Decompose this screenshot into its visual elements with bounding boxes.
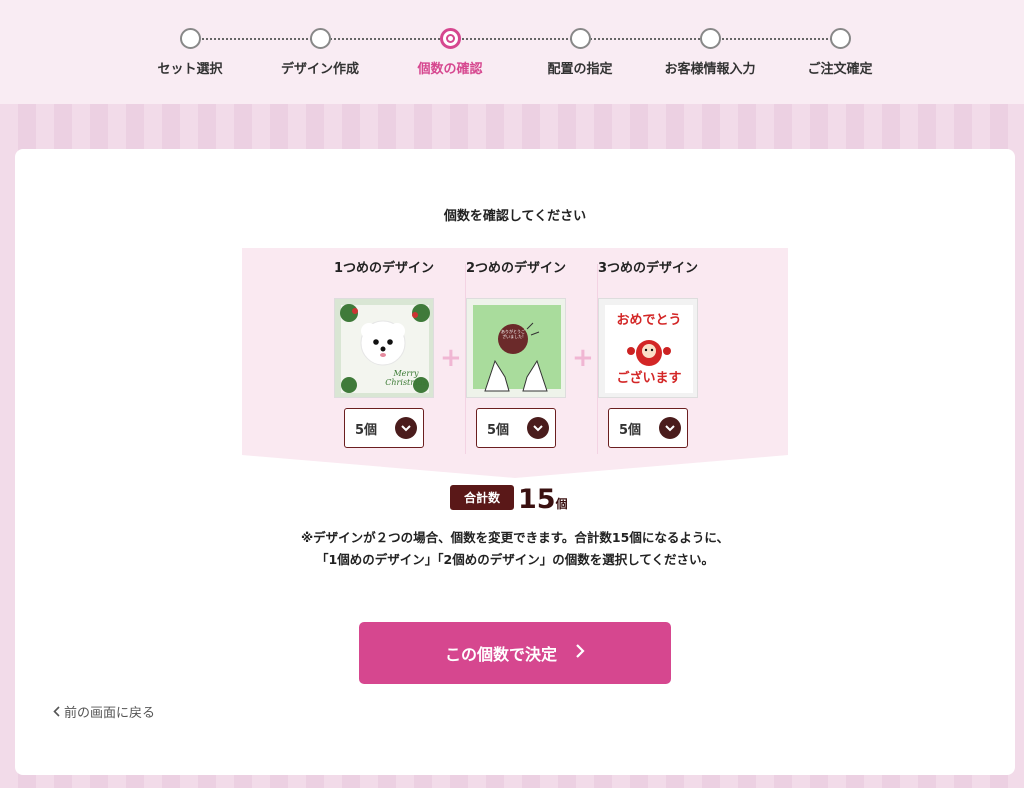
total-display: 合計数 15 個 bbox=[450, 485, 568, 514]
design-item-1: 1つめのデザイン Merry Christmas 5個 bbox=[324, 262, 444, 448]
step-dot-current bbox=[439, 28, 461, 49]
design-thumbnail-thanks: ありがとうございました! bbox=[466, 298, 566, 398]
back-link-label: 前の画面に戻る bbox=[64, 706, 156, 721]
chevron-down-icon bbox=[395, 417, 417, 439]
chevron-down-icon bbox=[659, 417, 681, 439]
button-label: この個数で決定 bbox=[444, 645, 557, 664]
quantity-value: 5個 bbox=[619, 422, 642, 438]
design-thumbnail-congrats: おめでとう ございます bbox=[598, 298, 698, 398]
note-line-1: ※デザインが２つの場合、個数を変更できます。合計数15個になるように、 bbox=[301, 530, 729, 545]
quantity-select-3[interactable]: 5個 bbox=[608, 408, 688, 448]
back-link[interactable]: 前の画面に戻る bbox=[53, 702, 155, 721]
page-title: 個数を確認してください bbox=[443, 209, 587, 224]
design-item-3: 3つめのデザイン おめでとう ございます 5個 bbox=[588, 262, 708, 448]
design-label: 1つめのデザイン bbox=[333, 261, 435, 276]
thumbnail-caption-bottom: ございます bbox=[616, 371, 682, 386]
total-label-badge: 合計数 bbox=[450, 485, 515, 510]
step-label: 配置の指定 bbox=[547, 62, 613, 77]
design-thumbnail-dog: Merry Christmas bbox=[334, 298, 434, 398]
total-unit: 個 bbox=[555, 497, 568, 511]
thumbnail-caption: ありがとうございました! bbox=[501, 329, 525, 339]
thumbnail-caption: Merry Christmas bbox=[385, 369, 427, 387]
step-label: お客様情報入力 bbox=[664, 62, 756, 77]
step-design: デザイン作成 bbox=[255, 28, 385, 77]
quantity-value: 5個 bbox=[355, 422, 378, 438]
progress-stepper: セット選択 デザイン作成 個数の確認 配置の指定 お客様情報入力 ご注文確定 bbox=[0, 0, 1024, 104]
chevron-down-icon bbox=[527, 417, 549, 439]
step-placement: 配置の指定 bbox=[515, 28, 645, 77]
design-item-2: 2つめのデザイン ありがとうございました! 5個 bbox=[456, 262, 576, 448]
step-dot bbox=[179, 28, 201, 49]
note-line-2: 「1個めのデザイン」「2個めのデザイン」の個数を選択してください。 bbox=[316, 552, 714, 567]
design-label: 3つめのデザイン bbox=[597, 261, 699, 276]
main-card: 個数を確認してください + + 1つめのデザイン Merry Christmas… bbox=[15, 149, 1015, 775]
instruction-note: ※デザインが２つの場合、個数を変更できます。合計数15個になるように、 「1個め… bbox=[15, 527, 1015, 571]
step-set-select: セット選択 bbox=[125, 28, 255, 77]
step-label: セット選択 bbox=[157, 62, 223, 77]
chevron-left-icon bbox=[53, 706, 60, 717]
step-label: ご注文確定 bbox=[807, 62, 873, 77]
step-customer-info: お客様情報入力 bbox=[645, 28, 775, 77]
step-dot bbox=[309, 28, 331, 49]
step-dot bbox=[699, 28, 721, 49]
thumbnail-caption-top: おめでとう bbox=[616, 313, 682, 328]
quantity-select-2[interactable]: 5個 bbox=[476, 408, 556, 448]
chevron-right-icon bbox=[575, 643, 585, 664]
quantity-select-1[interactable]: 5個 bbox=[344, 408, 424, 448]
step-dot bbox=[569, 28, 591, 49]
confirm-quantity-button[interactable]: この個数で決定 bbox=[359, 622, 671, 684]
design-label: 2つめのデザイン bbox=[465, 261, 567, 276]
total-value: 15 bbox=[518, 484, 556, 515]
step-label-current: 個数の確認 bbox=[417, 62, 483, 77]
quantity-value: 5個 bbox=[487, 422, 510, 438]
step-order-confirm: ご注文確定 bbox=[775, 28, 905, 77]
step-label: デザイン作成 bbox=[280, 62, 359, 77]
step-quantity: 個数の確認 bbox=[385, 28, 515, 77]
design-panel: + + 1つめのデザイン Merry Christmas 5個 2つめのデザイン… bbox=[242, 248, 788, 478]
step-dot bbox=[829, 28, 851, 49]
